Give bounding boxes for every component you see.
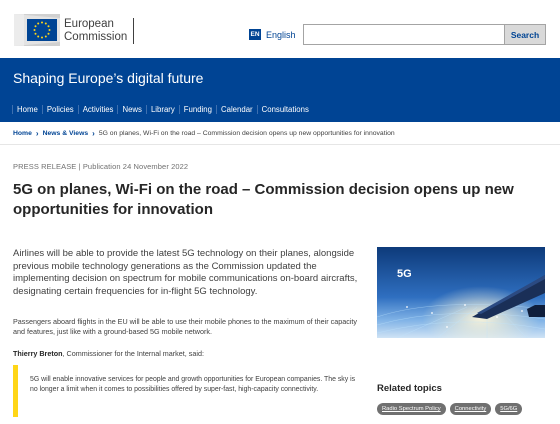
- airplane-wing-image: 5G: [377, 247, 545, 338]
- image-5g-label: 5G: [397, 268, 412, 280]
- breadcrumb: Home › News & Views › 5G on planes, Wi-F…: [13, 129, 395, 138]
- logo-wordmark: European Commission: [64, 18, 135, 44]
- logo-line-1: European: [64, 18, 114, 30]
- language-label: English: [266, 29, 296, 40]
- chevron-right-icon: ›: [92, 129, 95, 138]
- blockquote: 5G will enable innovative services for p…: [13, 365, 358, 417]
- article-paragraph: Passengers aboard flights in the EU will…: [13, 317, 357, 336]
- nav-item-calendar[interactable]: Calendar: [215, 105, 257, 114]
- european-commission-logo[interactable]: European Commission: [14, 14, 135, 46]
- chevron-right-icon: ›: [35, 129, 39, 138]
- site-header: European Commission EN English Search: [0, 0, 560, 58]
- nav-item-consultations[interactable]: Consultations: [256, 105, 313, 114]
- main-nav: Home Policies Activities News Library Fu…: [12, 105, 313, 114]
- tag-connectivity[interactable]: Connectivity: [449, 403, 492, 415]
- divider: [0, 144, 560, 145]
- speaker-role: , Commissioner for the Internal market, …: [62, 349, 204, 358]
- language-code-icon: EN: [249, 29, 261, 40]
- logo-line-2: Commission: [64, 31, 128, 43]
- search-button[interactable]: Search: [505, 24, 546, 45]
- breadcrumb-current: 5G on planes, Wi-Fi on the road – Commis…: [98, 130, 395, 137]
- page-title: 5G on planes, Wi-Fi on the road – Commis…: [13, 181, 514, 218]
- nav-item-home[interactable]: Home: [12, 105, 42, 114]
- search-input[interactable]: [303, 24, 505, 45]
- article-lead: Airlines will be able to provide the lat…: [13, 248, 358, 297]
- eu-flag-icon: [14, 14, 60, 46]
- speaker-name: Thierry Breton: [13, 349, 63, 358]
- tag-radio-spectrum-policy[interactable]: Radio Spectrum Policy: [377, 403, 446, 415]
- site-title[interactable]: Shaping Europe’s digital future: [13, 70, 203, 86]
- quote-attribution: Thierry Breton, Commissioner for the Int…: [13, 349, 204, 358]
- nav-item-funding[interactable]: Funding: [178, 105, 216, 114]
- nav-item-activities[interactable]: Activities: [77, 105, 118, 114]
- tag-5g-6g[interactable]: 5G/6G: [495, 403, 523, 415]
- article-image: 5G: [377, 247, 545, 338]
- related-topics-heading: Related topics: [377, 383, 442, 394]
- site-banner: Shaping Europe’s digital future Home Pol…: [0, 58, 560, 122]
- breadcrumb-home[interactable]: Home: [13, 130, 32, 137]
- language-selector[interactable]: EN English: [249, 29, 296, 40]
- related-topics-tags: Radio Spectrum Policy Connectivity 5G/6G: [377, 403, 523, 415]
- nav-item-library[interactable]: Library: [145, 105, 179, 114]
- article-meta: PRESS RELEASE | Publication 24 November …: [13, 162, 189, 171]
- breadcrumb-news-views[interactable]: News & Views: [43, 130, 89, 137]
- nav-item-news[interactable]: News: [117, 105, 146, 114]
- nav-item-policies[interactable]: Policies: [41, 105, 78, 114]
